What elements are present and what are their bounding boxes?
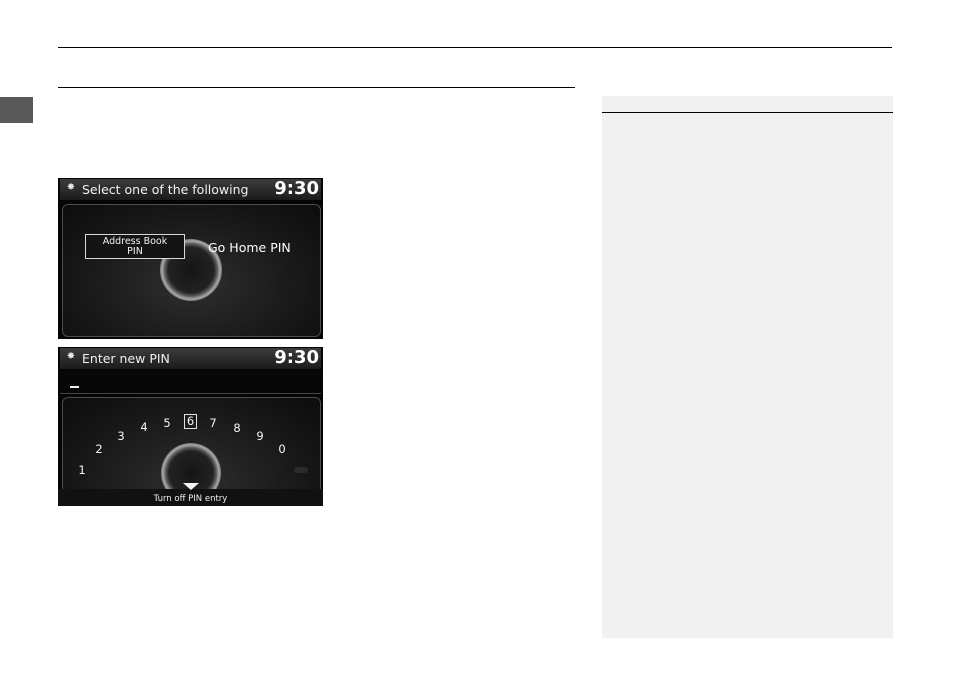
digit-6-selected[interactable]: 6 [184, 414, 197, 429]
digit-5[interactable]: 5 [161, 416, 173, 430]
settings-gear-icon: ✸ [66, 351, 76, 362]
pin-entry-screen: ✸ Enter new PIN 9:30 1 2 3 4 5 6 7 8 9 0… [58, 347, 323, 506]
address-book-pin-label-line2: PIN [127, 246, 143, 257]
digit-3[interactable]: 3 [115, 429, 127, 443]
note-panel-rule [602, 112, 893, 113]
title-bar: ✸ Select one of the following 9:30 [60, 178, 321, 200]
screen-title: Select one of the following [82, 182, 249, 197]
digit-4[interactable]: 4 [138, 420, 150, 434]
digit-7[interactable]: 7 [207, 416, 219, 430]
chapter-tab [0, 97, 33, 123]
screen-title: Enter new PIN [82, 351, 170, 366]
digit-0[interactable]: 0 [276, 442, 288, 456]
section-rule [58, 87, 575, 88]
pin-entry-field[interactable] [60, 370, 321, 394]
digit-2[interactable]: 2 [93, 442, 105, 456]
note-panel [602, 96, 893, 638]
address-book-pin-button[interactable]: Address Book PIN [85, 234, 185, 259]
text-cursor [70, 386, 79, 388]
header-rule [58, 47, 892, 48]
turn-off-pin-entry-bar[interactable]: Turn off PIN entry [58, 489, 323, 506]
digit-9[interactable]: 9 [254, 429, 266, 443]
go-home-pin-option[interactable]: Go Home PIN [208, 240, 291, 255]
title-bar: ✸ Enter new PIN 9:30 [60, 347, 321, 369]
pin-type-screen: ✸ Select one of the following 9:30 Addre… [58, 178, 323, 339]
clock: 9:30 [274, 178, 319, 199]
settings-gear-icon: ✸ [66, 182, 76, 193]
clock: 9:30 [274, 347, 319, 368]
digit-1[interactable]: 1 [76, 463, 88, 477]
arrow-down-icon [183, 483, 199, 490]
digit-8[interactable]: 8 [231, 421, 243, 435]
delete-key[interactable] [294, 467, 308, 473]
